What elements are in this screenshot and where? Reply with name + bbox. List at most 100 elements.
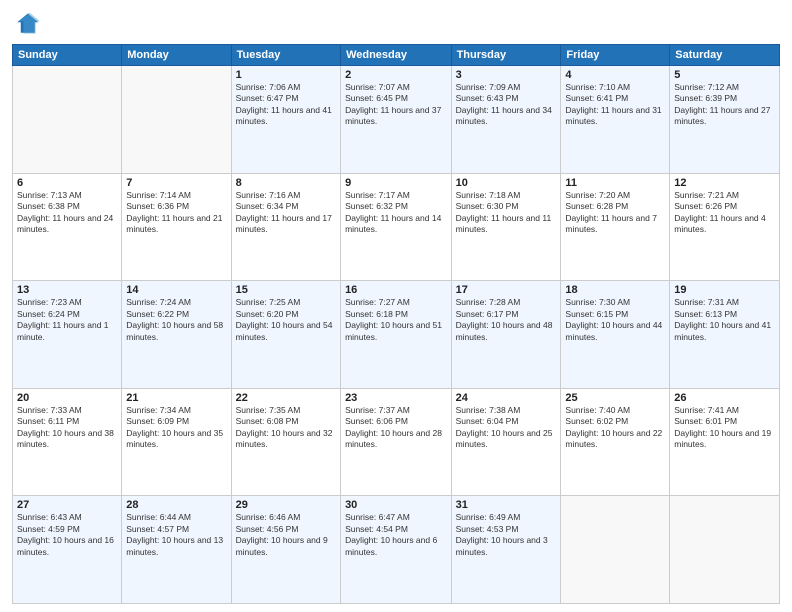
day-info: Sunrise: 6:49 AM Sunset: 4:53 PM Dayligh…	[456, 512, 557, 558]
day-info: Sunrise: 7:41 AM Sunset: 6:01 PM Dayligh…	[674, 405, 775, 451]
day-cell: 3Sunrise: 7:09 AM Sunset: 6:43 PM Daylig…	[451, 66, 561, 174]
day-number: 12	[674, 177, 775, 189]
day-cell	[13, 66, 122, 174]
weekday-header-wednesday: Wednesday	[341, 45, 452, 66]
weekday-header-tuesday: Tuesday	[231, 45, 340, 66]
day-cell: 19Sunrise: 7:31 AM Sunset: 6:13 PM Dayli…	[670, 281, 780, 389]
day-cell: 5Sunrise: 7:12 AM Sunset: 6:39 PM Daylig…	[670, 66, 780, 174]
day-info: Sunrise: 7:10 AM Sunset: 6:41 PM Dayligh…	[565, 82, 665, 128]
day-number: 10	[456, 177, 557, 189]
day-cell: 2Sunrise: 7:07 AM Sunset: 6:45 PM Daylig…	[341, 66, 452, 174]
day-cell: 10Sunrise: 7:18 AM Sunset: 6:30 PM Dayli…	[451, 173, 561, 281]
day-number: 21	[126, 392, 226, 404]
day-number: 24	[456, 392, 557, 404]
day-info: Sunrise: 7:24 AM Sunset: 6:22 PM Dayligh…	[126, 297, 226, 343]
day-cell: 30Sunrise: 6:47 AM Sunset: 4:54 PM Dayli…	[341, 496, 452, 604]
day-number: 16	[345, 284, 447, 296]
week-row-4: 20Sunrise: 7:33 AM Sunset: 6:11 PM Dayli…	[13, 388, 780, 496]
day-number: 27	[17, 499, 117, 511]
day-number: 19	[674, 284, 775, 296]
day-number: 11	[565, 177, 665, 189]
day-info: Sunrise: 6:44 AM Sunset: 4:57 PM Dayligh…	[126, 512, 226, 558]
day-cell: 23Sunrise: 7:37 AM Sunset: 6:06 PM Dayli…	[341, 388, 452, 496]
day-number: 31	[456, 499, 557, 511]
weekday-header-sunday: Sunday	[13, 45, 122, 66]
day-number: 14	[126, 284, 226, 296]
day-info: Sunrise: 7:35 AM Sunset: 6:08 PM Dayligh…	[236, 405, 336, 451]
day-cell: 22Sunrise: 7:35 AM Sunset: 6:08 PM Dayli…	[231, 388, 340, 496]
day-cell	[670, 496, 780, 604]
day-info: Sunrise: 7:14 AM Sunset: 6:36 PM Dayligh…	[126, 190, 226, 236]
day-info: Sunrise: 7:06 AM Sunset: 6:47 PM Dayligh…	[236, 82, 336, 128]
day-info: Sunrise: 7:33 AM Sunset: 6:11 PM Dayligh…	[17, 405, 117, 451]
day-info: Sunrise: 7:20 AM Sunset: 6:28 PM Dayligh…	[565, 190, 665, 236]
day-info: Sunrise: 7:27 AM Sunset: 6:18 PM Dayligh…	[345, 297, 447, 343]
day-cell: 26Sunrise: 7:41 AM Sunset: 6:01 PM Dayli…	[670, 388, 780, 496]
day-number: 22	[236, 392, 336, 404]
day-cell: 14Sunrise: 7:24 AM Sunset: 6:22 PM Dayli…	[122, 281, 231, 389]
day-number: 20	[17, 392, 117, 404]
day-info: Sunrise: 7:34 AM Sunset: 6:09 PM Dayligh…	[126, 405, 226, 451]
day-cell: 1Sunrise: 7:06 AM Sunset: 6:47 PM Daylig…	[231, 66, 340, 174]
day-info: Sunrise: 7:21 AM Sunset: 6:26 PM Dayligh…	[674, 190, 775, 236]
day-number: 7	[126, 177, 226, 189]
day-number: 15	[236, 284, 336, 296]
day-cell: 6Sunrise: 7:13 AM Sunset: 6:38 PM Daylig…	[13, 173, 122, 281]
day-info: Sunrise: 7:13 AM Sunset: 6:38 PM Dayligh…	[17, 190, 117, 236]
day-info: Sunrise: 7:28 AM Sunset: 6:17 PM Dayligh…	[456, 297, 557, 343]
day-cell: 27Sunrise: 6:43 AM Sunset: 4:59 PM Dayli…	[13, 496, 122, 604]
day-cell: 20Sunrise: 7:33 AM Sunset: 6:11 PM Dayli…	[13, 388, 122, 496]
day-info: Sunrise: 7:07 AM Sunset: 6:45 PM Dayligh…	[345, 82, 447, 128]
day-number: 18	[565, 284, 665, 296]
day-number: 17	[456, 284, 557, 296]
day-cell: 15Sunrise: 7:25 AM Sunset: 6:20 PM Dayli…	[231, 281, 340, 389]
day-number: 13	[17, 284, 117, 296]
day-cell: 17Sunrise: 7:28 AM Sunset: 6:17 PM Dayli…	[451, 281, 561, 389]
day-info: Sunrise: 7:18 AM Sunset: 6:30 PM Dayligh…	[456, 190, 557, 236]
day-info: Sunrise: 7:09 AM Sunset: 6:43 PM Dayligh…	[456, 82, 557, 128]
day-number: 1	[236, 69, 336, 81]
weekday-header-saturday: Saturday	[670, 45, 780, 66]
day-number: 5	[674, 69, 775, 81]
day-number: 2	[345, 69, 447, 81]
weekday-header-row: SundayMondayTuesdayWednesdayThursdayFrid…	[13, 45, 780, 66]
weekday-header-thursday: Thursday	[451, 45, 561, 66]
day-info: Sunrise: 7:16 AM Sunset: 6:34 PM Dayligh…	[236, 190, 336, 236]
day-number: 30	[345, 499, 447, 511]
day-number: 9	[345, 177, 447, 189]
day-info: Sunrise: 6:47 AM Sunset: 4:54 PM Dayligh…	[345, 512, 447, 558]
day-cell: 11Sunrise: 7:20 AM Sunset: 6:28 PM Dayli…	[561, 173, 670, 281]
day-cell: 24Sunrise: 7:38 AM Sunset: 6:04 PM Dayli…	[451, 388, 561, 496]
week-row-3: 13Sunrise: 7:23 AM Sunset: 6:24 PM Dayli…	[13, 281, 780, 389]
day-cell: 7Sunrise: 7:14 AM Sunset: 6:36 PM Daylig…	[122, 173, 231, 281]
logo	[12, 10, 42, 38]
day-number: 29	[236, 499, 336, 511]
day-cell: 8Sunrise: 7:16 AM Sunset: 6:34 PM Daylig…	[231, 173, 340, 281]
day-cell: 31Sunrise: 6:49 AM Sunset: 4:53 PM Dayli…	[451, 496, 561, 604]
day-cell	[561, 496, 670, 604]
logo-icon	[12, 10, 40, 38]
day-cell: 12Sunrise: 7:21 AM Sunset: 6:26 PM Dayli…	[670, 173, 780, 281]
day-cell: 16Sunrise: 7:27 AM Sunset: 6:18 PM Dayli…	[341, 281, 452, 389]
day-info: Sunrise: 7:17 AM Sunset: 6:32 PM Dayligh…	[345, 190, 447, 236]
calendar-table: SundayMondayTuesdayWednesdayThursdayFrid…	[12, 44, 780, 604]
day-number: 28	[126, 499, 226, 511]
day-cell: 28Sunrise: 6:44 AM Sunset: 4:57 PM Dayli…	[122, 496, 231, 604]
day-cell	[122, 66, 231, 174]
week-row-2: 6Sunrise: 7:13 AM Sunset: 6:38 PM Daylig…	[13, 173, 780, 281]
day-info: Sunrise: 7:23 AM Sunset: 6:24 PM Dayligh…	[17, 297, 117, 343]
day-number: 25	[565, 392, 665, 404]
weekday-header-friday: Friday	[561, 45, 670, 66]
day-cell: 21Sunrise: 7:34 AM Sunset: 6:09 PM Dayli…	[122, 388, 231, 496]
day-number: 3	[456, 69, 557, 81]
day-number: 6	[17, 177, 117, 189]
day-info: Sunrise: 7:25 AM Sunset: 6:20 PM Dayligh…	[236, 297, 336, 343]
day-cell: 9Sunrise: 7:17 AM Sunset: 6:32 PM Daylig…	[341, 173, 452, 281]
day-cell: 13Sunrise: 7:23 AM Sunset: 6:24 PM Dayli…	[13, 281, 122, 389]
day-cell: 18Sunrise: 7:30 AM Sunset: 6:15 PM Dayli…	[561, 281, 670, 389]
day-cell: 4Sunrise: 7:10 AM Sunset: 6:41 PM Daylig…	[561, 66, 670, 174]
day-number: 23	[345, 392, 447, 404]
day-info: Sunrise: 6:43 AM Sunset: 4:59 PM Dayligh…	[17, 512, 117, 558]
week-row-5: 27Sunrise: 6:43 AM Sunset: 4:59 PM Dayli…	[13, 496, 780, 604]
day-info: Sunrise: 7:38 AM Sunset: 6:04 PM Dayligh…	[456, 405, 557, 451]
